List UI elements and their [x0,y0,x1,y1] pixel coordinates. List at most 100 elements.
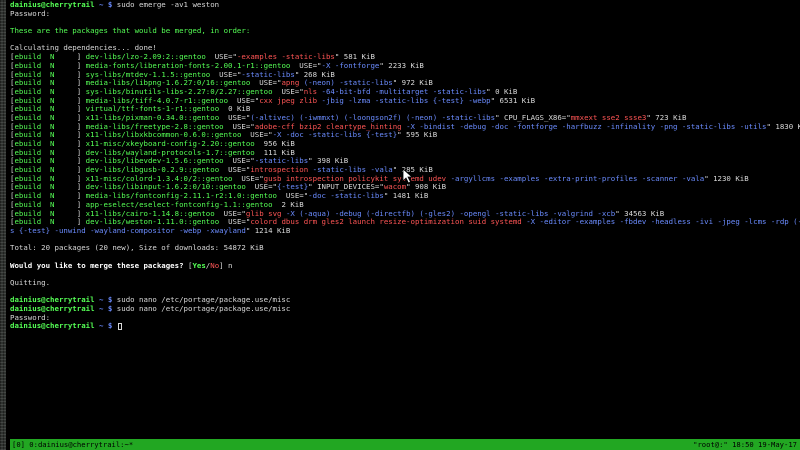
terminal-text-green: These are the packages that would be mer… [10,27,251,36]
terminal-text-green: ebuild N [14,131,73,140]
terminal-text-text: " 268 KiB [294,70,335,79]
terminal-line: [ebuild N ] dev-libs/lzo-2.09:2::gentoo … [10,53,800,62]
terminal-text-green: ebuild N [14,192,73,201]
terminal-text-blue: -static-libs [241,70,295,79]
terminal-text-prompt-user: dainius@cherrytrail [10,296,95,305]
terminal-text-text: Calculating dependencies... done! [10,44,157,53]
terminal-text-green: ebuild N [14,87,73,96]
terminal-text-text: " INPUT_DEVICES=" [308,183,384,192]
status-clock: "root@:" 18:50 19-May-17 [693,440,797,449]
terminal-text-blue: s {-test} -unwind -wayland-compositor -w… [10,226,246,235]
text-cursor [117,323,122,331]
terminal-text-blue: -argyllcms -examples -extra-print-profil… [450,174,705,183]
terminal-text-blue: -64-bit-bfd -multitarget -static-libs [321,87,487,96]
terminal-line: [ebuild N ] media-libs/fontconfig-2.11.1… [10,192,800,201]
terminal-text-blue: -jbig -lzma -static-libs {-test} -webp [321,96,491,105]
terminal-text-text: ] [72,79,86,88]
terminal-text-text: " 1830 KiB [766,122,800,131]
terminal-text-text: " 723 KiB [646,113,687,122]
terminal-text-green: ebuild N [14,140,73,148]
terminal-text-text: ] [72,192,86,201]
terminal-text-green: ebuild N [14,105,73,114]
terminal-text-text: USE=" [210,70,242,79]
terminal-text-green: ebuild N [14,70,73,79]
terminal-text-blue: {-test} [277,183,309,192]
terminal-text-green: ebuild N [14,113,73,122]
terminal-text-red: colord dbus drm gles2 launch resize-opti… [250,218,522,227]
terminal-text-text: Quitting. [10,279,51,287]
terminal-text-red: apng [281,79,300,88]
terminal-text-red: glib svg [245,209,282,218]
terminal-text-prompt-user: dainius@cherrytrail [10,322,95,331]
terminal-line: Calculating dependencies... done! [10,44,800,53]
terminal-text-green: media-fonts/liberation-fonts-2.00.1-r1::… [85,61,291,70]
terminal-line: These are the packages that would be mer… [10,27,800,36]
terminal-text-text: USE=" [214,209,246,218]
terminal-text-green: ebuild N [14,122,73,131]
terminal-text-green: ebuild N [14,218,73,227]
terminal-text-red: cxx jpeg zlib [259,96,318,105]
terminal-text-text: USE=" [219,218,251,227]
terminal-line: [ebuild N ] x11-libs/libxkbcommon-0.6.0:… [10,131,800,140]
terminal-text-green: dev-libs/libinput-1.6.2:0/10::gentoo [85,183,246,192]
terminal-text-text: " CPU_FLAGS_X86=" [495,113,571,122]
terminal-text-green: dev-libs/libgusb-0.2.9::gentoo [85,166,220,175]
terminal-text-blue: -doc -static-libs [308,192,384,201]
terminal-line: Total: 20 packages (20 new), Size of dow… [10,244,800,253]
terminal-text-text: USE=" [223,157,255,166]
terminal-line: [ebuild N ] media-libs/freetype-2.8::gen… [10,123,800,132]
terminal-text-text: ] [72,70,86,79]
terminal-line: [ebuild N ] dev-libs/libevdev-1.5.6::gen… [10,157,800,166]
terminal-text-blue: -X -bindist -debug -doc -fontforge -harf… [406,122,767,131]
mouse-pointer-icon [402,168,414,184]
terminal-line: [ebuild N ] media-fonts/liberation-fonts… [10,62,800,71]
terminal-line: [ebuild N ] dev-libs/wayland-protocols-1… [10,149,800,158]
window-list[interactable]: [0] 0:dainius@cherrytrail:~* [12,439,133,450]
terminal-text-text: " 398 KiB [308,157,349,166]
terminal-text-text: ] [72,61,86,70]
terminal-text-text: 2 KiB [272,200,304,209]
terminal-text-green: dev-libs/wayland-protocols-1.7::gentoo [85,148,255,157]
terminal-line: [ebuild N ] media-libs/tiff-4.0.7-r1::ge… [10,97,800,106]
terminal-text-green: ebuild N [14,53,73,62]
terminal-text-green: ebuild N [14,200,73,209]
terminal-line: Would you like to merge these packages? … [10,262,800,271]
terminal-text-text: " 0 KiB [486,87,518,96]
terminal-line: [ebuild N ] media-libs/libpng-1.6.27:0/1… [10,79,800,88]
terminal-text-text: " 2233 KiB [379,61,424,70]
terminal-line: [ebuild N ] dev-libs/weston-1.11.0::gent… [10,218,800,227]
terminal-line: [ebuild N ] x11-libs/cairo-1.14.8::gento… [10,210,800,219]
terminal-output[interactable]: dainius@cherrytrail ~ $ sudo emerge -av1… [10,1,800,439]
terminal-text-text: sudo nano /etc/portage/package.use/misc [116,296,291,305]
terminal-text-green-b: Yes [192,261,206,270]
terminal-text-green: ebuild N [14,79,73,88]
terminal-text-text: ] [72,200,86,209]
terminal-text-text: ] [72,113,86,122]
terminal-text-green: ebuild N [14,174,73,183]
terminal-text-green: ebuild N [14,157,73,166]
terminal-text-text: ] [72,140,86,148]
terminal-text-prompt-path: ~ $ [94,322,117,331]
terminal-text-text: 111 KiB [254,148,295,157]
terminal-text-green: x11-misc/xkeyboard-config-2.20::gentoo [85,140,255,148]
terminal-text-blue: -static-libs [254,157,309,166]
terminal-text-prompt-user: dainius@cherrytrail [10,305,95,314]
terminal-text-green: x11-misc/colord-1.3.4:0/2::gentoo [85,174,233,183]
terminal-text-text: USE=" [228,96,260,105]
terminal-text-text: USE=" [223,122,255,131]
terminal-text-red: gusb introspection policykit systemd ude… [263,174,447,183]
terminal-text-text: 956 KiB [254,140,295,148]
terminal-text-text: " 972 KiB [392,79,433,88]
terminal-text-green: app-eselect/eselect-fontconfig-1.1::gent… [85,200,273,209]
terminal-text-green: ebuild N [14,209,73,218]
terminal-text-text: USE=" [277,192,309,201]
terminal-text-text: " 34563 KiB [615,209,665,218]
terminal-text-green: media-libs/fontconfig-2.11.1-r2:1.0::gen… [85,192,278,201]
terminal-text-text: USE=" [272,87,304,96]
terminal-text-text: ] [72,218,86,227]
terminal-text-text: ] [72,87,86,96]
terminal-text-green: x11-libs/cairo-1.14.8::gentoo [85,209,215,218]
terminal-text-text: " 1230 KiB [704,174,749,183]
